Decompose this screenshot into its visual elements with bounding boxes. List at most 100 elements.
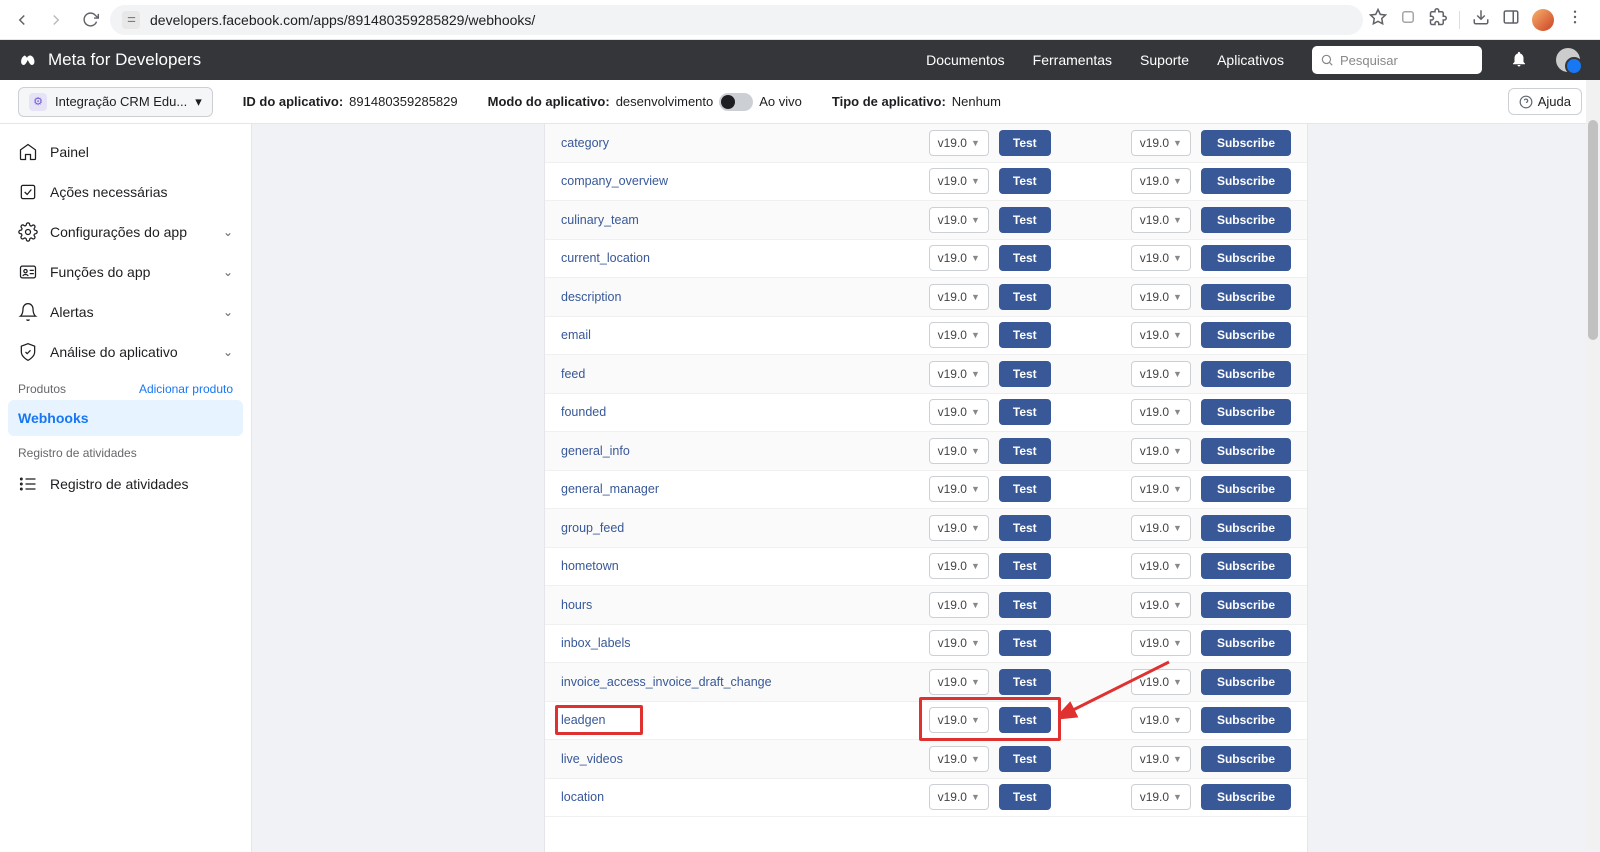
version-dropdown[interactable]: v19.0▼ [1131, 784, 1191, 810]
app-selector[interactable]: ⚙ Integração CRM Edu... ▾ [18, 87, 213, 117]
subscribe-button[interactable]: Subscribe [1201, 130, 1291, 156]
version-dropdown[interactable]: v19.0▼ [1131, 746, 1191, 772]
field-name-link[interactable]: live_videos [561, 752, 929, 766]
version-dropdown[interactable]: v19.0▼ [1131, 361, 1191, 387]
help-button[interactable]: Ajuda [1508, 88, 1582, 115]
version-dropdown[interactable]: v19.0▼ [929, 438, 989, 464]
extension-square-icon[interactable] [1399, 8, 1417, 31]
subscribe-button[interactable]: Subscribe [1201, 630, 1291, 656]
link-adicionar-produto[interactable]: Adicionar produto [139, 382, 233, 396]
test-button[interactable]: Test [999, 207, 1051, 233]
forward-button[interactable] [42, 6, 70, 34]
test-button[interactable]: Test [999, 168, 1051, 194]
sidebar-item-funcoes[interactable]: Funções do app ⌄ [8, 252, 243, 292]
field-name-link[interactable]: current_location [561, 251, 929, 265]
test-button[interactable]: Test [999, 553, 1051, 579]
test-button[interactable]: Test [999, 592, 1051, 618]
subscribe-button[interactable]: Subscribe [1201, 553, 1291, 579]
field-name-link[interactable]: feed [561, 367, 929, 381]
side-panel-icon[interactable] [1502, 8, 1520, 31]
test-button[interactable]: Test [999, 245, 1051, 271]
meta-logo[interactable]: Meta for Developers [20, 50, 201, 70]
version-dropdown[interactable]: v19.0▼ [929, 669, 989, 695]
field-name-link[interactable]: culinary_team [561, 213, 929, 227]
version-dropdown[interactable]: v19.0▼ [1131, 630, 1191, 656]
nav-aplicativos[interactable]: Aplicativos [1217, 52, 1284, 68]
field-name-link[interactable]: founded [561, 405, 929, 419]
test-button[interactable]: Test [999, 707, 1051, 733]
version-dropdown[interactable]: v19.0▼ [929, 630, 989, 656]
version-dropdown[interactable]: v19.0▼ [929, 399, 989, 425]
address-bar[interactable]: developers.facebook.com/apps/89148035928… [110, 5, 1363, 35]
subscribe-button[interactable]: Subscribe [1201, 245, 1291, 271]
star-icon[interactable] [1369, 8, 1387, 31]
sidebar-item-analise[interactable]: Análise do aplicativo ⌄ [8, 332, 243, 372]
version-dropdown[interactable]: v19.0▼ [929, 476, 989, 502]
version-dropdown[interactable]: v19.0▼ [1131, 592, 1191, 618]
extensions-icon[interactable] [1429, 8, 1447, 31]
test-button[interactable]: Test [999, 515, 1051, 541]
version-dropdown[interactable]: v19.0▼ [929, 168, 989, 194]
field-name-link[interactable]: inbox_labels [561, 636, 929, 650]
version-dropdown[interactable]: v19.0▼ [1131, 553, 1191, 579]
subscribe-button[interactable]: Subscribe [1201, 284, 1291, 310]
field-name-link[interactable]: description [561, 290, 929, 304]
download-icon[interactable] [1472, 8, 1490, 31]
version-dropdown[interactable]: v19.0▼ [929, 592, 989, 618]
subscribe-button[interactable]: Subscribe [1201, 322, 1291, 348]
nav-ferramentas[interactable]: Ferramentas [1033, 52, 1112, 68]
scrollbar-thumb[interactable] [1588, 120, 1598, 340]
header-search[interactable]: Pesquisar [1312, 46, 1482, 74]
version-dropdown[interactable]: v19.0▼ [929, 284, 989, 310]
version-dropdown[interactable]: v19.0▼ [929, 322, 989, 348]
sidebar-item-webhooks[interactable]: Webhooks [8, 400, 243, 436]
field-name-link[interactable]: hometown [561, 559, 929, 573]
field-name-link[interactable]: hours [561, 598, 929, 612]
subscribe-button[interactable]: Subscribe [1201, 784, 1291, 810]
field-name-link[interactable]: company_overview [561, 174, 929, 188]
field-name-link[interactable]: category [561, 136, 929, 150]
test-button[interactable]: Test [999, 630, 1051, 656]
subscribe-button[interactable]: Subscribe [1201, 361, 1291, 387]
site-info-icon[interactable] [122, 11, 140, 29]
field-name-link[interactable]: leadgen [561, 713, 929, 727]
subscribe-button[interactable]: Subscribe [1201, 669, 1291, 695]
nav-documentos[interactable]: Documentos [926, 52, 1005, 68]
version-dropdown[interactable]: v19.0▼ [1131, 476, 1191, 502]
subscribe-button[interactable]: Subscribe [1201, 515, 1291, 541]
test-button[interactable]: Test [999, 476, 1051, 502]
reload-button[interactable] [76, 6, 104, 34]
test-button[interactable]: Test [999, 438, 1051, 464]
version-dropdown[interactable]: v19.0▼ [929, 130, 989, 156]
user-avatar[interactable] [1556, 48, 1580, 72]
back-button[interactable] [8, 6, 36, 34]
more-menu-icon[interactable] [1566, 8, 1584, 31]
test-button[interactable]: Test [999, 361, 1051, 387]
notification-bell-icon[interactable] [1510, 50, 1528, 71]
subscribe-button[interactable]: Subscribe [1201, 592, 1291, 618]
version-dropdown[interactable]: v19.0▼ [929, 746, 989, 772]
version-dropdown[interactable]: v19.0▼ [929, 515, 989, 541]
version-dropdown[interactable]: v19.0▼ [1131, 707, 1191, 733]
version-dropdown[interactable]: v19.0▼ [1131, 399, 1191, 425]
nav-suporte[interactable]: Suporte [1140, 52, 1189, 68]
subscribe-button[interactable]: Subscribe [1201, 207, 1291, 233]
test-button[interactable]: Test [999, 784, 1051, 810]
field-name-link[interactable]: general_info [561, 444, 929, 458]
field-name-link[interactable]: group_feed [561, 521, 929, 535]
version-dropdown[interactable]: v19.0▼ [929, 553, 989, 579]
sidebar-item-painel[interactable]: Painel [8, 132, 243, 172]
test-button[interactable]: Test [999, 669, 1051, 695]
version-dropdown[interactable]: v19.0▼ [929, 361, 989, 387]
sidebar-item-configuracoes[interactable]: Configurações do app ⌄ [8, 212, 243, 252]
test-button[interactable]: Test [999, 746, 1051, 772]
subscribe-button[interactable]: Subscribe [1201, 168, 1291, 194]
app-mode-toggle[interactable] [719, 93, 753, 111]
version-dropdown[interactable]: v19.0▼ [1131, 284, 1191, 310]
subscribe-button[interactable]: Subscribe [1201, 476, 1291, 502]
subscribe-button[interactable]: Subscribe [1201, 707, 1291, 733]
test-button[interactable]: Test [999, 399, 1051, 425]
test-button[interactable]: Test [999, 322, 1051, 348]
version-dropdown[interactable]: v19.0▼ [929, 207, 989, 233]
field-name-link[interactable]: email [561, 328, 929, 342]
